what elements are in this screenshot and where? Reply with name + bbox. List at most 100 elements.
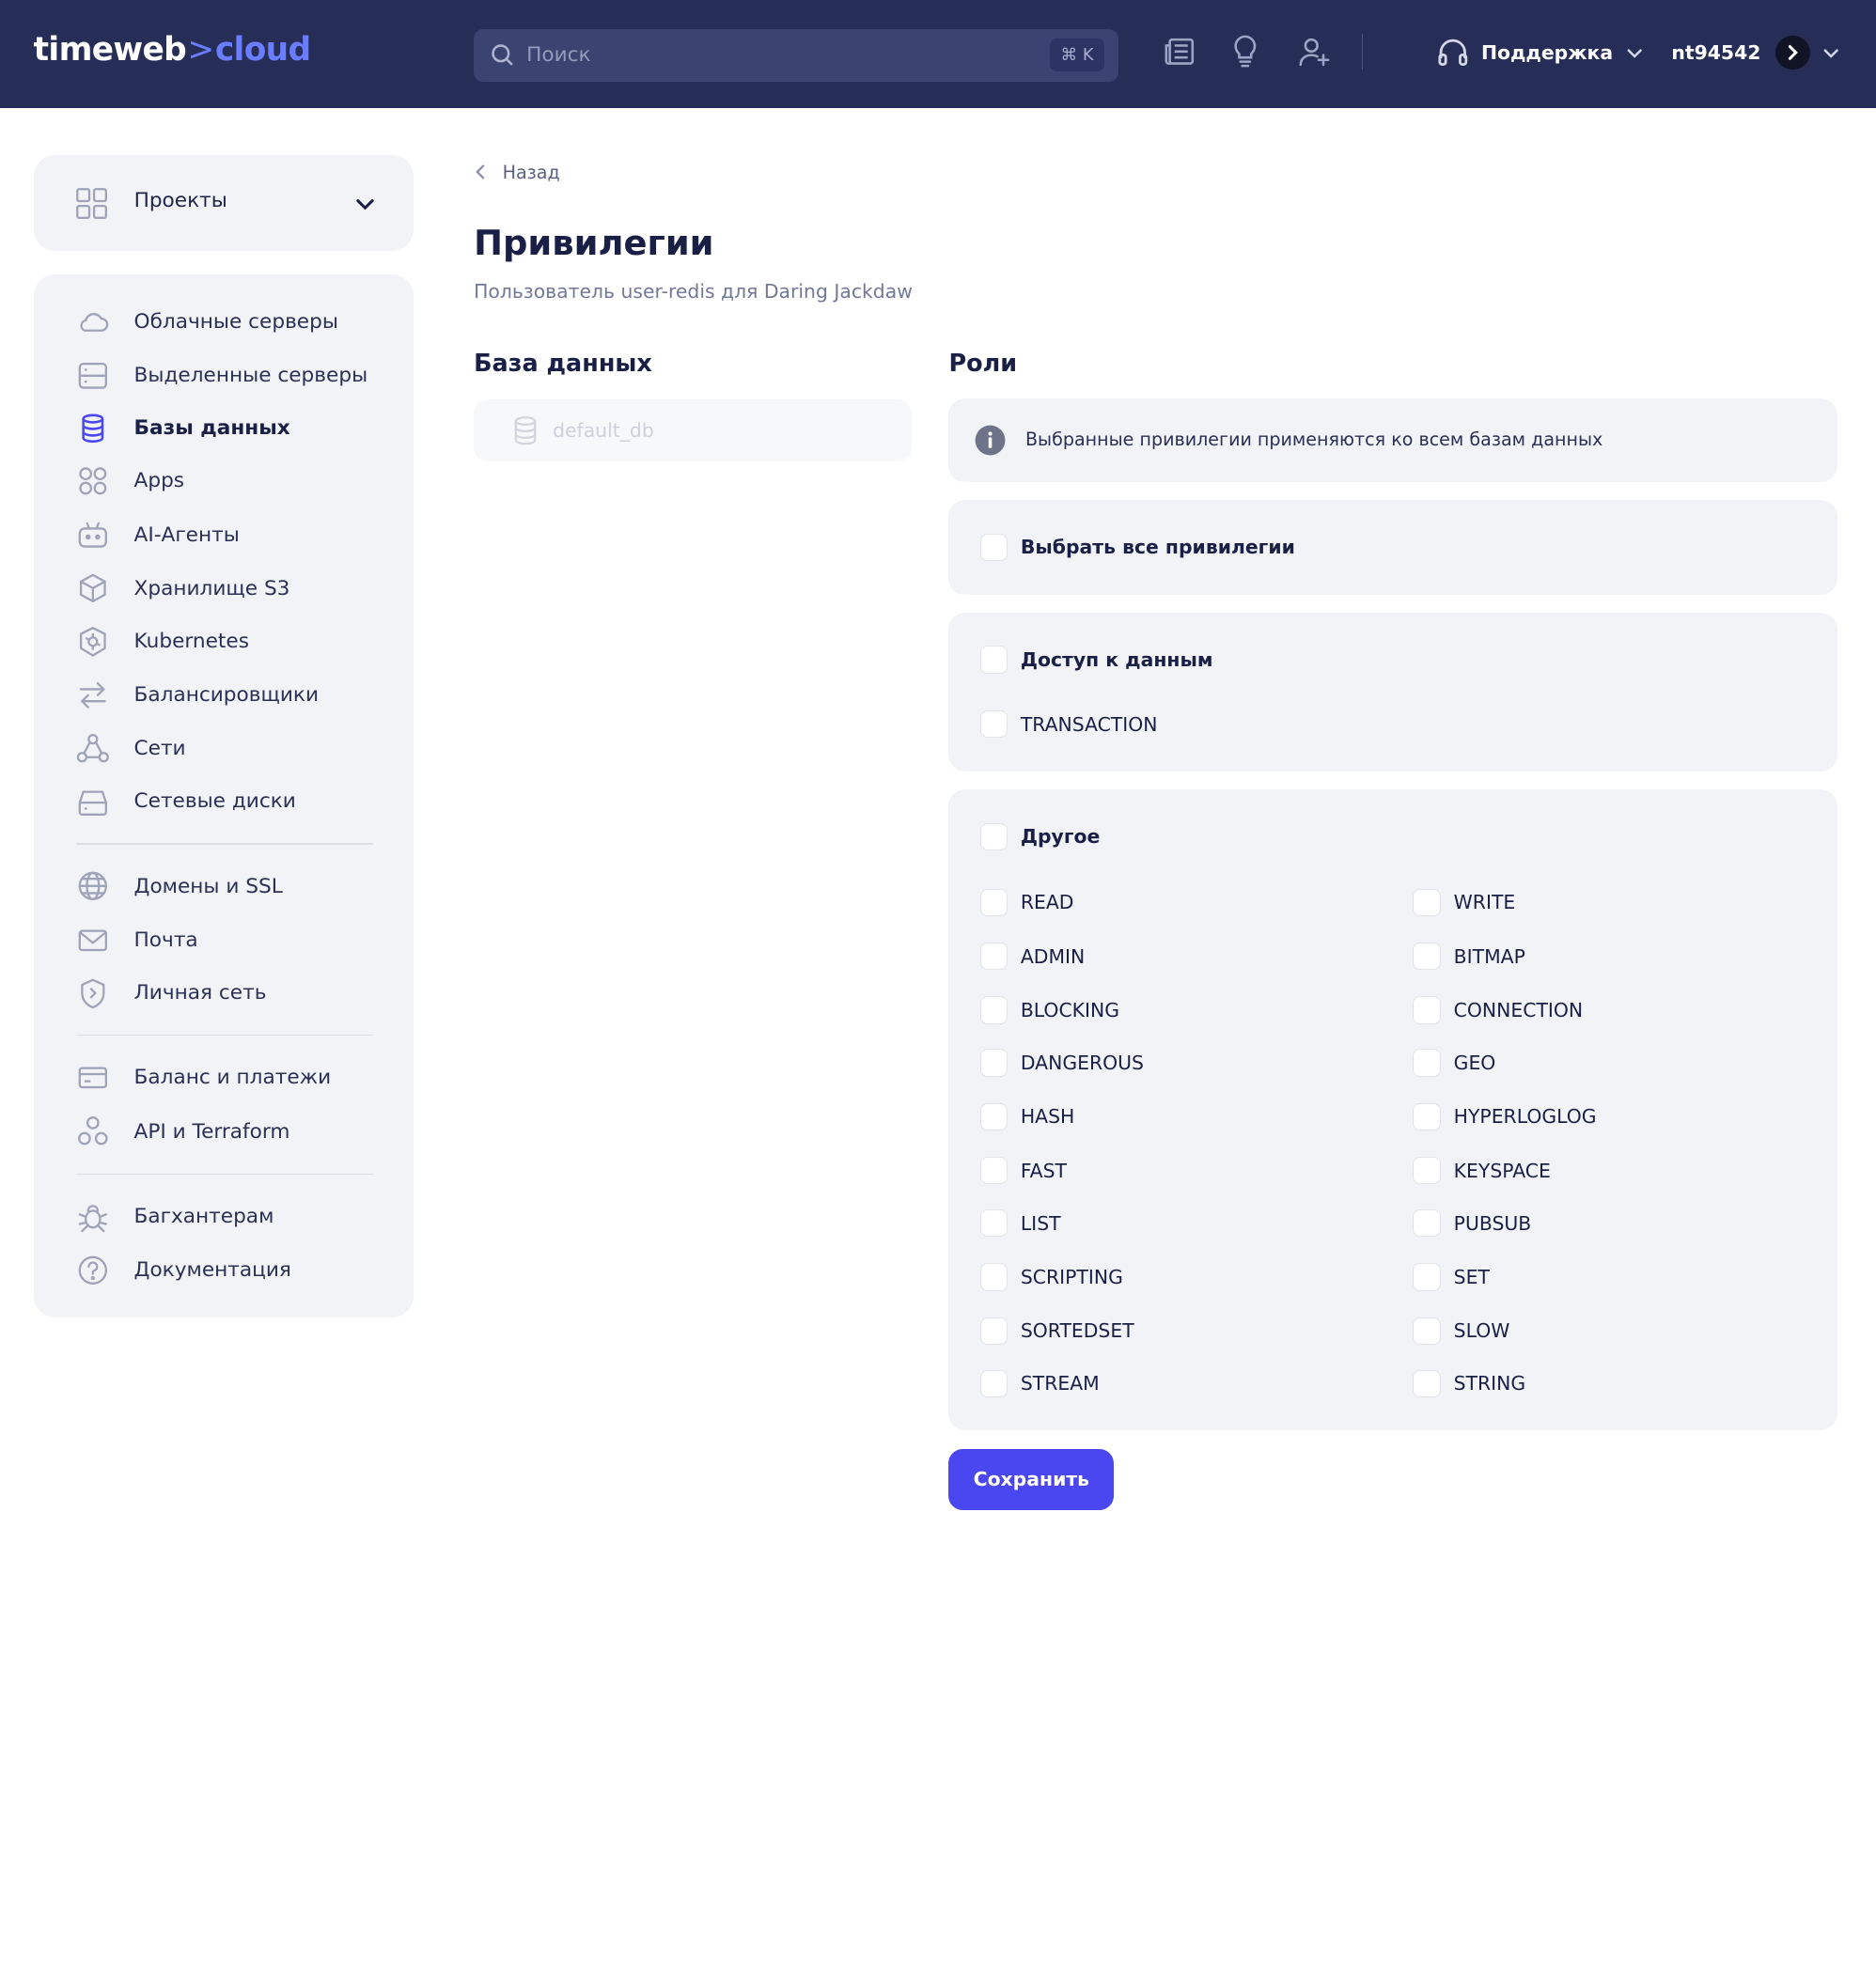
checkbox-box[interactable] <box>979 1263 1008 1291</box>
checkbox-box[interactable] <box>979 1102 1008 1130</box>
database-icon <box>514 416 537 445</box>
checkbox-box[interactable] <box>1413 1156 1441 1185</box>
privilege-checkbox[interactable]: FAST <box>979 1156 1067 1185</box>
shield-icon <box>76 976 110 1010</box>
sidebar-item-s3-storage[interactable]: Хранилище S3 <box>76 569 289 608</box>
privilege-checkbox[interactable]: STREAM <box>979 1369 1100 1397</box>
checkbox-box[interactable] <box>1413 996 1441 1024</box>
kubernetes-icon <box>76 625 110 659</box>
logo[interactable]: timeweb>cloud <box>34 31 311 69</box>
privilege-checkbox[interactable]: SLOW <box>1413 1317 1509 1345</box>
checkbox-box[interactable] <box>979 646 1008 674</box>
sidebar-item-api-terraform[interactable]: API и Terraform <box>76 1113 289 1151</box>
privilege-checkbox[interactable]: BITMAP <box>1413 943 1525 971</box>
checkbox-box[interactable] <box>979 533 1008 562</box>
sidebar-item-network-disks[interactable]: Сетевые диски <box>76 783 296 821</box>
privilege-checkbox[interactable]: KEYSPACE <box>1413 1156 1551 1185</box>
sidebar-item-networks[interactable]: Сети <box>76 730 186 769</box>
privilege-checkbox[interactable]: CONNECTION <box>1413 996 1584 1024</box>
checkbox-box[interactable] <box>979 996 1008 1024</box>
checkbox-label: DANGEROUS <box>1020 1052 1144 1075</box>
checkbox-box[interactable] <box>1413 943 1441 971</box>
checkbox-box[interactable] <box>1413 888 1441 917</box>
checkbox-box[interactable] <box>979 888 1008 917</box>
checkbox-box[interactable] <box>1413 1263 1441 1291</box>
checkbox-box[interactable] <box>979 710 1008 739</box>
checkbox-box[interactable] <box>979 1156 1008 1185</box>
api-icon <box>76 1114 110 1148</box>
checkbox-box[interactable] <box>979 822 1008 851</box>
sidebar-item-kubernetes[interactable]: Kubernetes <box>76 622 249 661</box>
checkbox-box[interactable] <box>1413 1369 1441 1397</box>
sidebar-item-databases[interactable]: Базы данных <box>76 409 290 447</box>
sidebar-item-documentation[interactable]: Документация <box>76 1252 291 1290</box>
checkbox-box[interactable] <box>979 943 1008 971</box>
save-button[interactable]: Сохранить <box>948 1448 1115 1510</box>
chevron-down-icon <box>1627 49 1642 58</box>
sidebar-item-bug-hunters[interactable]: Багхантерам <box>76 1197 274 1236</box>
projects-dropdown[interactable]: Проекты <box>33 155 414 252</box>
privilege-checkbox[interactable]: HASH <box>979 1102 1074 1130</box>
projects-label: Проекты <box>133 189 227 213</box>
privilege-checkbox[interactable]: ADMIN <box>979 943 1085 971</box>
sidebar-item-label: Домены и SSL <box>133 874 283 898</box>
back-link[interactable]: Назад <box>474 161 560 184</box>
select-all-checkbox[interactable]: Выбрать все привилегии <box>979 533 1295 562</box>
checkbox-box[interactable] <box>979 1049 1008 1077</box>
search-input[interactable] <box>526 28 1029 82</box>
checkbox-box[interactable] <box>1413 1317 1441 1345</box>
checkbox-box[interactable] <box>979 1317 1008 1345</box>
privilege-checkbox[interactable]: TRANSACTION <box>979 710 1158 739</box>
other-checkbox[interactable]: Другое <box>979 822 1100 851</box>
privilege-checkbox[interactable]: STRING <box>1413 1369 1526 1397</box>
checkbox-box[interactable] <box>979 1369 1008 1397</box>
checkbox-box[interactable] <box>979 1208 1008 1238</box>
privilege-checkbox[interactable]: BLOCKING <box>979 996 1119 1024</box>
sidebar-divider <box>76 1173 374 1176</box>
chevron-down-icon[interactable] <box>1821 43 1840 62</box>
news-icon[interactable] <box>1163 35 1196 69</box>
sidebar-item-dedicated-servers[interactable]: Выделенные серверы <box>76 356 367 395</box>
checkbox-box[interactable] <box>1413 1208 1441 1238</box>
sidebar-item-cloud-servers[interactable]: Облачные серверы <box>76 303 338 341</box>
privilege-checkbox[interactable]: HYPERLOGLOG <box>1413 1102 1597 1130</box>
bug-icon <box>76 1200 110 1234</box>
checkbox-box[interactable] <box>1413 1049 1441 1077</box>
privilege-checkbox[interactable]: GEO <box>1413 1049 1495 1077</box>
privilege-checkbox[interactable]: WRITE <box>1413 888 1515 917</box>
other-panel: Другое READ ADMIN BLOCKING DANGEROUS HAS… <box>948 789 1838 1431</box>
sidebar-divider <box>76 843 374 845</box>
user-menu[interactable]: nt94542 <box>1671 34 1840 72</box>
privilege-checkbox[interactable]: SCRIPTING <box>979 1263 1123 1291</box>
support-menu[interactable]: Поддержка <box>1436 36 1645 70</box>
lightbulb-icon[interactable] <box>1228 35 1262 69</box>
privilege-checkbox[interactable]: PUBSUB <box>1413 1208 1531 1238</box>
privilege-checkbox[interactable]: SET <box>1413 1263 1490 1291</box>
sidebar-item-billing[interactable]: Баланс и платежи <box>76 1059 331 1098</box>
privilege-checkbox[interactable]: READ <box>979 888 1073 917</box>
chevron-down-icon <box>356 199 374 210</box>
globe-icon <box>76 869 110 903</box>
sidebar-item-domains-ssl[interactable]: Домены и SSL <box>76 867 283 906</box>
add-user-icon[interactable] <box>1297 35 1331 69</box>
checkbox-box[interactable] <box>1413 1102 1441 1130</box>
checkbox-label: CONNECTION <box>1453 999 1584 1022</box>
sidebar-item-apps[interactable]: Apps <box>76 461 184 500</box>
chevron-right-icon[interactable] <box>1774 35 1810 70</box>
sidebar-item-private-network[interactable]: Личная сеть <box>76 974 266 1012</box>
mail-icon <box>76 924 110 958</box>
top-bar: timeweb>cloud ⌘ K Поддержка nt94542 <box>0 0 1876 108</box>
privilege-checkbox[interactable]: SORTEDSET <box>979 1317 1134 1345</box>
sidebar-item-load-balancers[interactable]: Балансировщики <box>76 676 319 714</box>
cube-icon <box>76 571 110 605</box>
privilege-checkbox[interactable]: DANGEROUS <box>979 1049 1144 1077</box>
headphones-icon <box>1438 39 1467 67</box>
sidebar-item-mail[interactable]: Почта <box>76 921 198 959</box>
data-access-checkbox[interactable]: Доступ к данным <box>979 646 1213 674</box>
privilege-checkbox[interactable]: LIST <box>979 1208 1061 1238</box>
checkbox-label: STRING <box>1453 1372 1526 1395</box>
database-item[interactable]: default_db <box>474 399 912 462</box>
sidebar-item-ai-agents[interactable]: AI-Агенты <box>76 516 240 554</box>
search-icon <box>491 43 514 71</box>
search-bar[interactable]: ⌘ K <box>474 28 1119 82</box>
